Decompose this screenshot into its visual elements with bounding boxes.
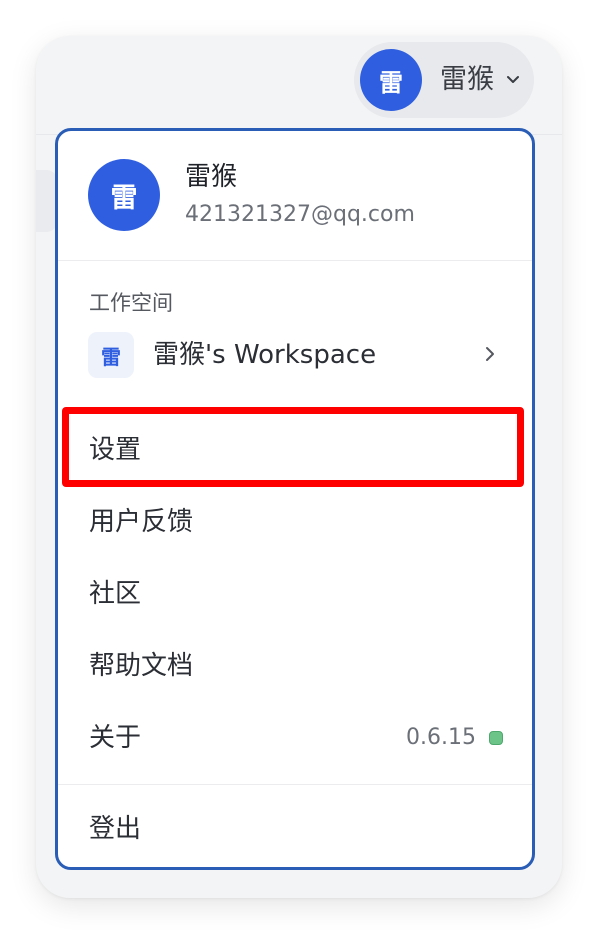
- feedback-label: 用户反馈: [89, 507, 194, 537]
- profile-avatar: 雷: [88, 159, 160, 231]
- about-label: 关于: [89, 723, 142, 753]
- workspace-name: 雷猴's Workspace: [153, 340, 377, 370]
- logout-menu-item[interactable]: 登出: [76, 800, 516, 858]
- feedback-menu-item[interactable]: 用户反馈: [76, 493, 516, 551]
- version-text: 0.6.15: [406, 725, 476, 750]
- about-menu-item[interactable]: 关于 0.6.15: [76, 709, 516, 767]
- chevron-right-icon: [486, 347, 494, 361]
- profile-name: 雷猴: [185, 162, 238, 192]
- user-name: 雷猴: [440, 64, 494, 95]
- settings-label: 设置: [89, 435, 142, 465]
- user-dropdown-menu: 雷 雷猴 421321327@qq.com 工作空间 雷 雷猴's Worksp…: [55, 128, 535, 870]
- docs-label: 帮助文档: [89, 651, 194, 681]
- settings-menu-item[interactable]: 设置: [76, 421, 516, 479]
- community-label: 社区: [89, 579, 142, 609]
- status-dot: [489, 731, 503, 745]
- workspace-section-label: 工作空间: [89, 291, 173, 315]
- chevron-down-icon: [507, 76, 519, 83]
- workspace-icon: 雷: [88, 332, 134, 378]
- user-menu-button[interactable]: 雷 雷猴: [354, 42, 534, 118]
- logout-label: 登出: [89, 814, 142, 844]
- divider: [58, 784, 532, 785]
- community-menu-item[interactable]: 社区: [76, 565, 516, 623]
- workspace-item[interactable]: 雷 雷猴's Workspace: [76, 324, 516, 386]
- docs-menu-item[interactable]: 帮助文档: [76, 637, 516, 695]
- profile-email: 421321327@qq.com: [185, 202, 415, 227]
- divider: [58, 260, 532, 261]
- avatar: 雷: [360, 49, 422, 111]
